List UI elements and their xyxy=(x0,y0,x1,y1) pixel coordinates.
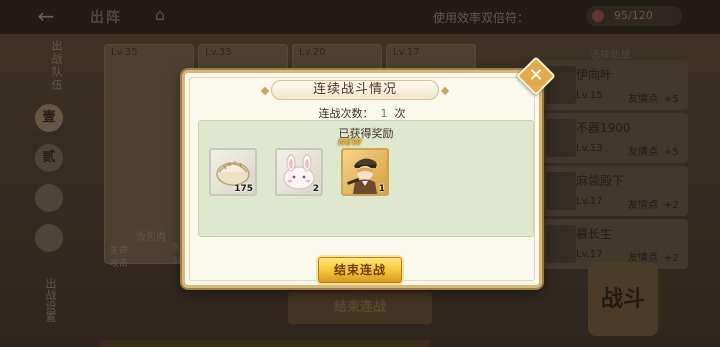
battle-count: 连战次数： 1 次 xyxy=(185,105,539,121)
new-badge: NEW xyxy=(338,138,362,148)
reward-item[interactable]: 175 xyxy=(209,148,257,196)
reward-item[interactable]: 1 xyxy=(341,148,389,196)
battle-result-modal: 连续战斗情况 连战次数： 1 次 已获得奖励 175 2 1 结束连战 xyxy=(182,70,542,288)
reward-heading: 已获得奖励 xyxy=(338,127,394,140)
reward-quantity: 175 xyxy=(234,184,253,194)
reward-item[interactable]: 2 xyxy=(275,148,323,196)
battle-count-unit: 次 xyxy=(394,107,406,120)
reward-panel: 已获得奖励 175 2 1 xyxy=(198,120,534,237)
close-icon[interactable]: ✕ xyxy=(524,64,548,88)
end-battle-button[interactable]: 结束连战 xyxy=(318,257,402,283)
battle-count-label: 连战次数： xyxy=(318,107,374,120)
reward-quantity: 2 xyxy=(312,184,319,194)
reward-quantity: 1 xyxy=(378,184,385,194)
battle-count-value: 1 xyxy=(380,107,388,120)
modal-title: 连续战斗情况 xyxy=(271,80,439,100)
